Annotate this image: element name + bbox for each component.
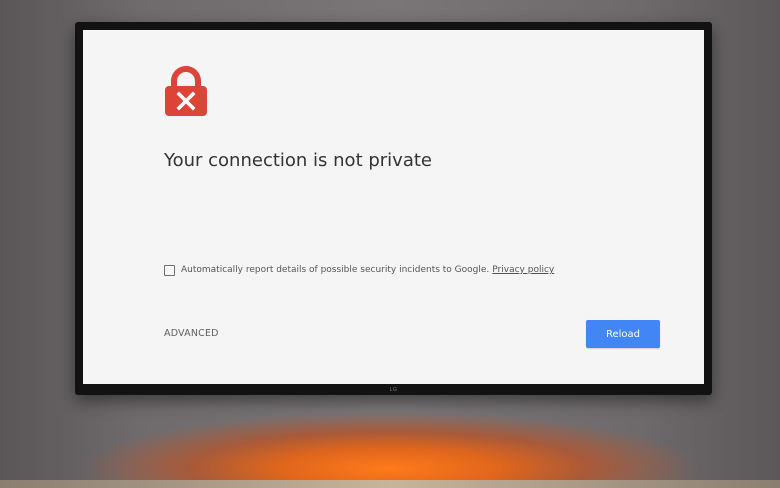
ambient-backlight-glow	[60, 392, 720, 488]
report-description: Automatically report details of possible…	[181, 265, 490, 275]
page-title: Your connection is not private	[164, 150, 432, 171]
advanced-button[interactable]: ADVANCED	[164, 328, 219, 339]
reload-button[interactable]: Reload	[586, 320, 660, 348]
lock-error-icon	[163, 64, 209, 118]
tv-brand-logo: LG	[389, 387, 398, 393]
privacy-policy-link[interactable]: Privacy policy	[492, 265, 554, 275]
report-option-row: Automatically report details of possible…	[164, 262, 554, 278]
floor-strip	[0, 480, 780, 488]
tv-frame: Your connection is not private Automatic…	[75, 22, 712, 395]
report-checkbox[interactable]	[164, 264, 175, 276]
browser-error-page: Your connection is not private Automatic…	[83, 30, 704, 384]
